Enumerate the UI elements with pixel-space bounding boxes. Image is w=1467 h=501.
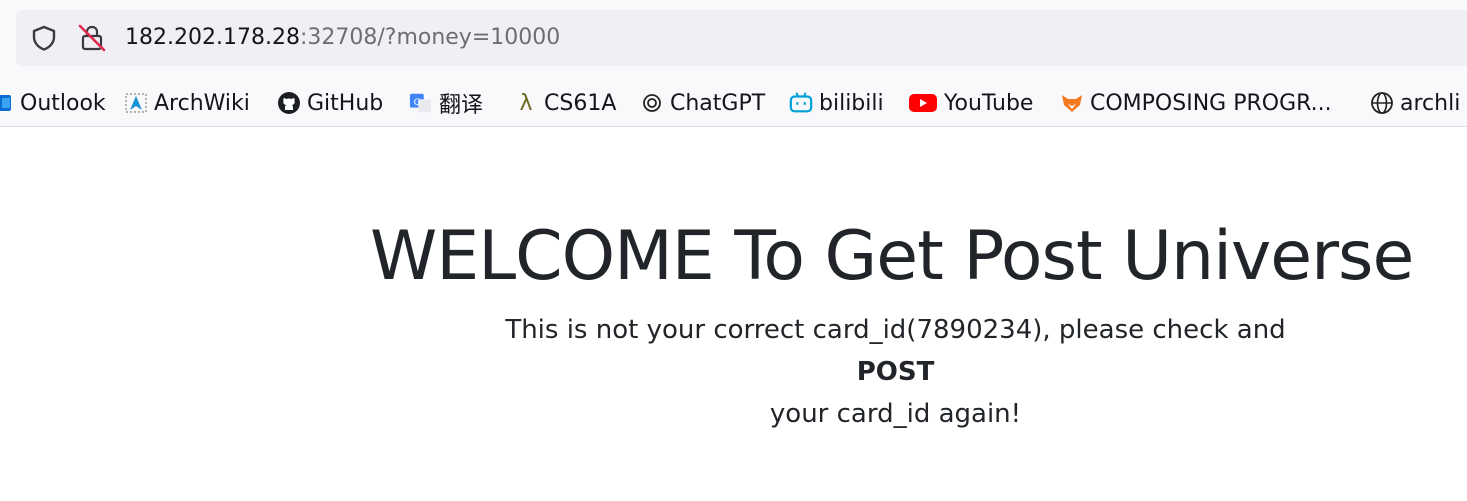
bookmark-label: 翻译 xyxy=(439,93,484,118)
bookmark-github[interactable]: GitHub xyxy=(277,80,383,126)
globe-icon xyxy=(1370,91,1394,115)
bookmark-youtube[interactable]: YouTube xyxy=(908,80,1033,126)
outlook-icon xyxy=(0,91,14,115)
bookmark-outlook[interactable]: Outlook xyxy=(0,80,106,126)
message-post-label: POST xyxy=(856,357,935,387)
github-icon xyxy=(277,91,301,115)
url-text[interactable]: 182.202.178.28:32708/?money=10000 xyxy=(125,10,560,66)
chatgpt-icon xyxy=(640,91,664,115)
url-bar[interactable]: 182.202.178.28:32708/?money=10000 xyxy=(16,10,1467,66)
bookmark-label: ArchWiki xyxy=(154,90,250,116)
bookmark-composing-programs[interactable]: COMPOSING PROGR... xyxy=(1060,80,1332,126)
youtube-icon xyxy=(908,91,938,115)
bookmark-translate[interactable]: G 翻译 xyxy=(409,80,483,126)
bilibili-icon xyxy=(789,91,813,115)
bookmark-label: bilibili xyxy=(819,90,884,116)
bookmark-archlinux[interactable]: archli xyxy=(1370,80,1460,126)
page-content: WELCOME To Get Post Universe This is not… xyxy=(0,127,1467,501)
url-path: :32708/?money=10000 xyxy=(299,25,561,50)
bookmark-label: YouTube xyxy=(944,90,1034,116)
insecure-lock-icon[interactable] xyxy=(77,23,107,53)
translate-icon: G xyxy=(409,91,433,115)
bookmark-cs61a[interactable]: λ CS61A xyxy=(514,80,616,126)
browser-toolbar: 182.202.178.28:32708/?money=10000 xyxy=(0,0,1467,80)
bookmark-bilibili[interactable]: bilibili xyxy=(789,80,884,126)
svg-text:G: G xyxy=(414,97,421,108)
message-line: This is not your correct card_id(7890234… xyxy=(505,315,1286,345)
archwiki-icon xyxy=(124,91,148,115)
shield-icon[interactable] xyxy=(30,24,58,52)
bookmark-label: Outlook xyxy=(20,90,106,116)
bookmark-label: ChatGPT xyxy=(670,90,766,116)
bookmark-chatgpt[interactable]: ChatGPT xyxy=(640,80,765,126)
bookmark-label: COMPOSING PROGR... xyxy=(1090,90,1332,116)
page-title: WELCOME To Get Post Universe xyxy=(370,217,1414,296)
lambda-icon: λ xyxy=(519,90,533,116)
message-line: your card_id again! xyxy=(769,399,1022,429)
url-host: 182.202.178.28 xyxy=(125,25,300,50)
bookmark-label: GitHub xyxy=(307,90,384,116)
bookmark-label: CS61A xyxy=(544,90,617,116)
bookmark-archwiki[interactable]: ArchWiki xyxy=(124,80,250,126)
bookmarks-bar: Outlook ArchWiki GitHub G 翻译 λ CS61A Cha… xyxy=(0,80,1467,127)
bookmark-label: archli xyxy=(1400,90,1461,116)
fox-icon xyxy=(1060,91,1084,115)
